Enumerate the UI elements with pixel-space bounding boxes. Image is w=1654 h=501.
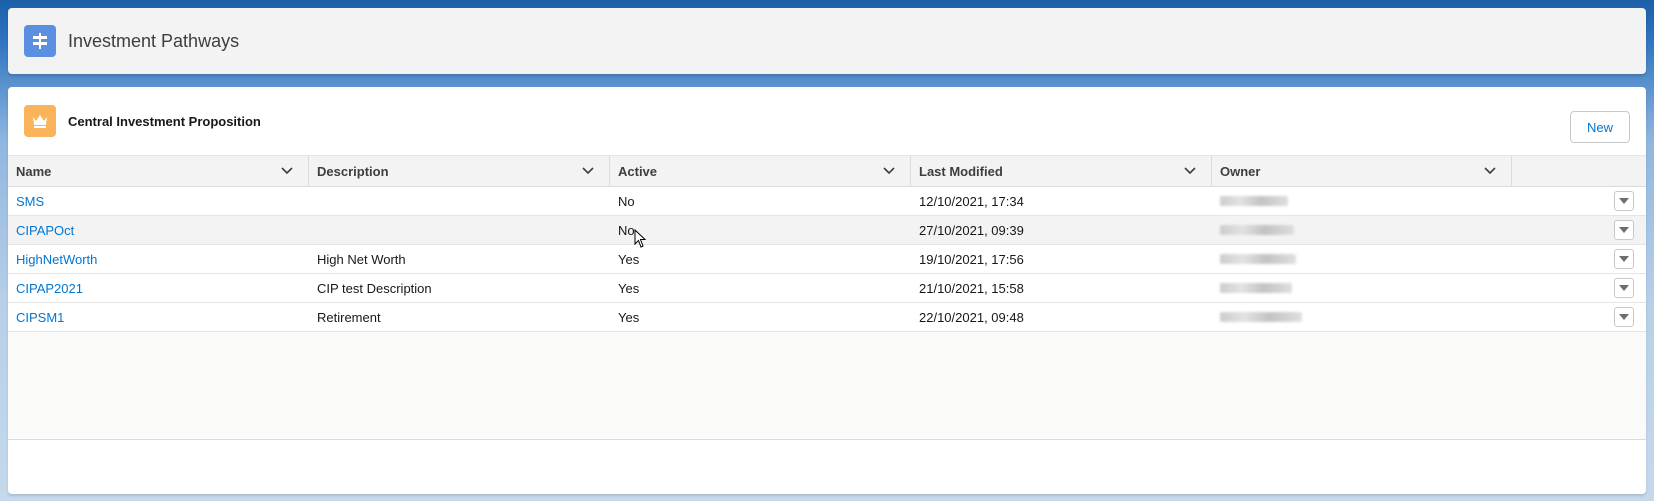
- owner-name-redacted: [1220, 282, 1292, 293]
- record-active: Yes: [618, 280, 640, 296]
- page-title: Investment Pathways: [68, 30, 240, 51]
- record-owner[interactable]: [1212, 310, 1512, 325]
- column-header-last-modified[interactable]: Last Modified: [911, 156, 1212, 186]
- chevron-down-icon[interactable]: [1183, 164, 1197, 178]
- chevron-down-icon[interactable]: [581, 164, 595, 178]
- row-action-menu-button[interactable]: [1614, 278, 1634, 298]
- mouse-cursor-icon: [634, 229, 647, 248]
- dropdown-triangle-icon: [1619, 285, 1629, 291]
- table-row[interactable]: HighNetWorth High Net Worth Yes 19/10/20…: [8, 245, 1646, 274]
- page-header: Investment Pathways: [8, 8, 1646, 74]
- record-active: Yes: [618, 309, 640, 325]
- new-button[interactable]: New: [1570, 111, 1630, 143]
- row-action-menu-button[interactable]: [1614, 307, 1634, 327]
- record-owner[interactable]: [1212, 194, 1512, 209]
- list-title[interactable]: Central Investment Proposition: [68, 114, 261, 129]
- record-active: No: [618, 193, 635, 209]
- chevron-down-icon[interactable]: [882, 164, 896, 178]
- record-name-link[interactable]: CIPAP2021: [8, 281, 309, 296]
- record-name-link[interactable]: SMS: [8, 194, 309, 209]
- record-owner[interactable]: [1212, 252, 1512, 267]
- row-action-menu-button[interactable]: [1614, 191, 1634, 211]
- record-owner[interactable]: [1212, 223, 1512, 238]
- dropdown-triangle-icon: [1619, 227, 1629, 233]
- record-last-modified: 21/10/2021, 15:58: [919, 280, 1024, 296]
- record-active: No: [618, 222, 635, 238]
- owner-name-redacted: [1220, 195, 1288, 206]
- related-list-card: Central Investment Proposition New Name …: [8, 87, 1646, 494]
- chevron-down-icon[interactable]: [280, 164, 294, 178]
- table-row[interactable]: CIPAPOct No 27/10/2021, 09:39: [8, 216, 1646, 245]
- record-name-link[interactable]: HighNetWorth: [8, 252, 309, 267]
- column-header-name[interactable]: Name: [8, 156, 309, 186]
- owner-name-redacted: [1220, 224, 1294, 235]
- table-row[interactable]: CIPSM1 Retirement Yes 22/10/2021, 09:48: [8, 303, 1646, 332]
- dropdown-triangle-icon: [1619, 198, 1629, 204]
- column-header-owner[interactable]: Owner: [1212, 156, 1512, 186]
- record-name-link[interactable]: CIPAPOct: [8, 223, 309, 238]
- dropdown-triangle-icon: [1619, 314, 1629, 320]
- crown-icon: [24, 105, 56, 137]
- table-empty-area: [8, 332, 1646, 440]
- record-active: Yes: [618, 251, 640, 267]
- record-last-modified: 22/10/2021, 09:48: [919, 309, 1024, 325]
- column-header-description[interactable]: Description: [309, 156, 610, 186]
- record-last-modified: 27/10/2021, 09:39: [919, 222, 1024, 238]
- owner-name-redacted: [1220, 253, 1296, 264]
- chevron-down-icon[interactable]: [1483, 164, 1497, 178]
- record-owner[interactable]: [1212, 281, 1512, 296]
- record-last-modified: 12/10/2021, 17:34: [919, 193, 1024, 209]
- list-header: Central Investment Proposition New: [8, 87, 1646, 155]
- dropdown-triangle-icon: [1619, 256, 1629, 262]
- table-header: Name Description Active Last Modified Ow…: [8, 155, 1646, 187]
- record-description: CIP test Description: [317, 280, 432, 296]
- record-description: High Net Worth: [317, 251, 406, 267]
- owner-name-redacted: [1220, 311, 1302, 322]
- records-table: Name Description Active Last Modified Ow…: [8, 155, 1646, 440]
- signpost-icon: [24, 25, 56, 57]
- row-action-menu-button[interactable]: [1614, 249, 1634, 269]
- column-header-active[interactable]: Active: [610, 156, 911, 186]
- record-description: Retirement: [317, 309, 381, 325]
- table-row[interactable]: SMS No 12/10/2021, 17:34: [8, 187, 1646, 216]
- record-name-link[interactable]: CIPSM1: [8, 310, 309, 325]
- column-header-actions: [1512, 156, 1546, 186]
- row-action-menu-button[interactable]: [1614, 220, 1634, 240]
- record-last-modified: 19/10/2021, 17:56: [919, 251, 1024, 267]
- table-row[interactable]: CIPAP2021 CIP test Description Yes 21/10…: [8, 274, 1646, 303]
